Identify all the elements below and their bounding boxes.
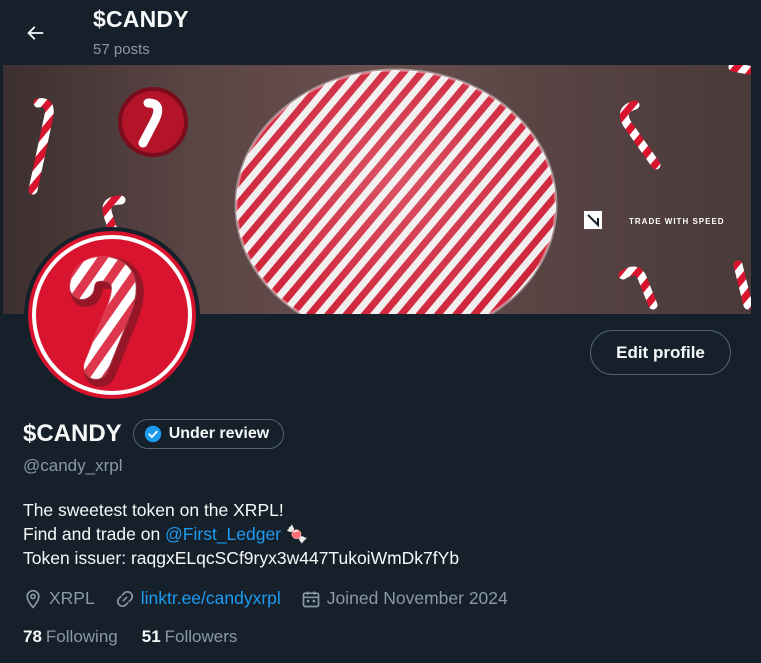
avatar-image bbox=[28, 231, 196, 399]
name-row: $CANDY Under review bbox=[23, 419, 285, 449]
posts-count: 57 posts bbox=[93, 41, 150, 58]
profile-meta: XRPL linktr.ee/candyxrpl Joined November… bbox=[23, 588, 528, 609]
bio-line-1: The sweetest token on the XRPL! bbox=[23, 500, 284, 520]
location-pin-icon bbox=[26, 589, 40, 609]
calendar-icon bbox=[302, 591, 320, 607]
display-name: $CANDY bbox=[23, 420, 122, 447]
verification-status-badge[interactable]: Under review bbox=[132, 419, 285, 449]
profile-avatar[interactable] bbox=[24, 227, 200, 403]
following-count: 78 bbox=[23, 627, 42, 646]
bio-line-2-prefix: Find and trade on bbox=[23, 524, 166, 544]
following-link[interactable]: 78 Following bbox=[23, 627, 118, 647]
joined-item: Joined November 2024 bbox=[301, 588, 508, 609]
joined-text: Joined November 2024 bbox=[326, 588, 508, 608]
page-scrollbar[interactable] bbox=[751, 0, 761, 663]
user-handle: @candy_xrpl bbox=[23, 456, 123, 475]
followers-count: 51 bbox=[141, 627, 161, 646]
mention-link-first-ledger[interactable]: @First_Ledger bbox=[165, 524, 281, 544]
arrow-left-icon bbox=[27, 26, 44, 40]
header-title: $CANDY bbox=[93, 6, 189, 32]
followers-label: Followers bbox=[164, 627, 238, 646]
badge-label: Under review bbox=[168, 425, 270, 442]
bio-line-2: Find and trade on @First_Ledger 🍬 bbox=[23, 522, 459, 546]
back-button[interactable] bbox=[16, 14, 54, 52]
banner-tagline: TRADE WITH SPEED bbox=[629, 217, 725, 226]
website-item[interactable]: linktr.ee/candyxrpl bbox=[115, 588, 281, 609]
location-text: XRPL bbox=[49, 588, 95, 608]
edit-profile-button[interactable]: Edit profile bbox=[590, 330, 731, 375]
location-item: XRPL bbox=[23, 588, 95, 609]
follow-stats: 78 Following 51 Followers bbox=[23, 627, 261, 647]
verified-check-icon bbox=[144, 425, 161, 443]
profile-bio: The sweetest token on the XRPL! Find and… bbox=[23, 498, 459, 570]
link-icon bbox=[116, 590, 133, 607]
profile-header-bar: $CANDY 57 posts bbox=[0, 0, 761, 65]
followers-link[interactable]: 51 Followers bbox=[142, 627, 238, 647]
following-label: Following bbox=[45, 627, 118, 646]
bio-line-3: Token issuer: raqgxELqcSCf9ryx3w447Tukoi… bbox=[23, 548, 460, 568]
website-link[interactable]: linktr.ee/candyxrpl bbox=[141, 588, 281, 609]
candy-emoji: 🍬 bbox=[285, 524, 308, 544]
